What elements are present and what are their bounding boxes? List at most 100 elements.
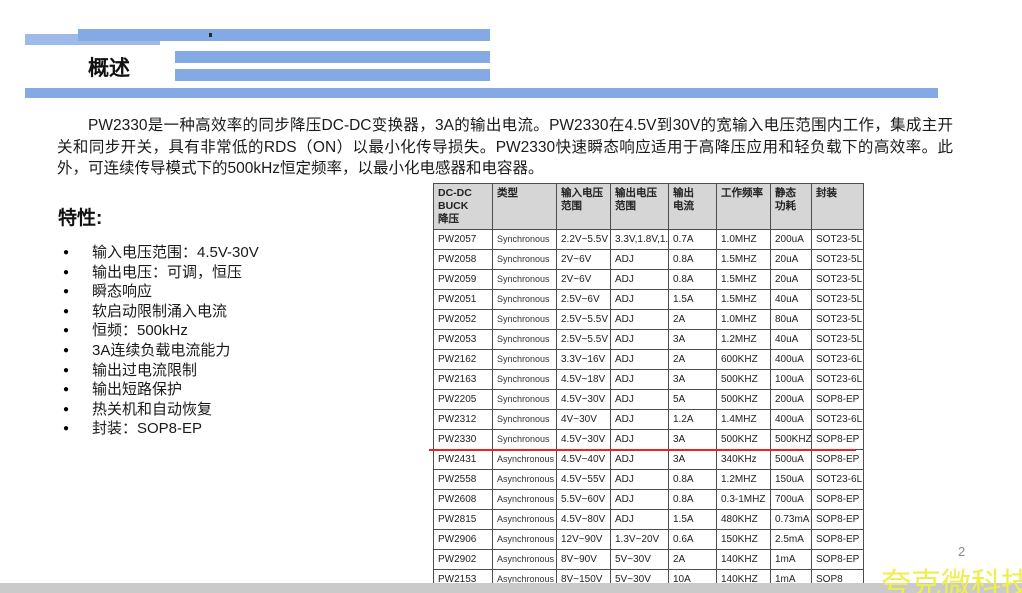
table-cell: ADJ — [611, 410, 669, 430]
table-cell: 1.2MHZ — [717, 330, 771, 350]
table-cell: ADJ — [611, 490, 669, 510]
feature-item-label: 热关机和自动恢复 — [92, 400, 212, 420]
table-cell: SOP8-EP — [812, 430, 864, 450]
table-cell: SOP8-EP — [812, 490, 864, 510]
table-cell: SOT23-6L — [812, 410, 864, 430]
table-cell: 4V~30V — [557, 410, 611, 430]
table-cell: PW2608 — [434, 490, 493, 510]
table-cell: 1.5A — [669, 290, 717, 310]
table-cell: 2.5V~6V — [557, 290, 611, 310]
feature-item: ●输出电压：可调，恒压 — [63, 263, 259, 283]
table-cell: Asynchronous — [493, 550, 557, 570]
table-cell: Asynchronous — [493, 530, 557, 550]
table-cell: 500uA — [771, 450, 812, 470]
table-cell: 700uA — [771, 490, 812, 510]
table-cell: 1mA — [771, 550, 812, 570]
table-cell: 1.5MHZ — [717, 250, 771, 270]
feature-item-label: 输出电压：可调，恒压 — [92, 263, 242, 283]
table-cell: ADJ — [611, 370, 669, 390]
table-cell: 140KHZ — [717, 550, 771, 570]
table-row: PW2906Asynchronous12V~90V1.3V~20V0.6A150… — [434, 530, 864, 550]
table-cell: 5A — [669, 390, 717, 410]
bullet-icon: ● — [63, 321, 92, 341]
table-cell: 40uA — [771, 290, 812, 310]
feature-item-label: 软启动限制涌入电流 — [92, 302, 227, 322]
feature-item-label: 3A连续负载电流能力 — [92, 341, 230, 361]
table-cell: 5V~30V — [611, 550, 669, 570]
table-cell: ADJ — [611, 430, 669, 450]
overview-paragraph: PW2330是一种高效率的同步降压DC-DC变换器，3A的输出电流。PW2330… — [57, 115, 953, 180]
table-row: PW2053Synchronous2.5V~5.5VADJ3A1.2MHZ40u… — [434, 330, 864, 350]
table-cell: 1.2A — [669, 410, 717, 430]
bullet-icon: ● — [63, 263, 92, 283]
table-cell: 1.0MHZ — [717, 310, 771, 330]
table-cell: Synchronous — [493, 350, 557, 370]
table-cell: 500KHZ — [717, 430, 771, 450]
table-header-cell: DC-DC BUCK 降压 — [434, 184, 493, 230]
table-cell: Synchronous — [493, 370, 557, 390]
table-cell: PW2205 — [434, 390, 493, 410]
table-cell: 400uA — [771, 350, 812, 370]
bullet-icon: ● — [63, 243, 92, 263]
bullet-icon: ● — [63, 400, 92, 420]
table-cell: 4.5V~18V — [557, 370, 611, 390]
table-cell: SOT23-5L — [812, 270, 864, 290]
bullet-icon: ● — [63, 380, 92, 400]
table-cell: SOT23-5L — [812, 330, 864, 350]
table-cell: ADJ — [611, 470, 669, 490]
table-cell: 2V~6V — [557, 250, 611, 270]
table-cell: 3.3V~16V — [557, 350, 611, 370]
feature-item-label: 输入电压范围：4.5V-30V — [92, 243, 259, 263]
table-row: PW2312Synchronous4V~30VADJ1.2A1.4MHZ400u… — [434, 410, 864, 430]
table-row: PW2058Synchronous2V~6VADJ0.8A1.5MHZ20uAS… — [434, 250, 864, 270]
table-cell: Asynchronous — [493, 510, 557, 530]
table-cell: 400uA — [771, 410, 812, 430]
table-cell: ADJ — [611, 290, 669, 310]
table-cell: PW2558 — [434, 470, 493, 490]
table-cell: SOP8-EP — [812, 390, 864, 410]
table-cell: ADJ — [611, 510, 669, 530]
table-cell: 2.2V~5.5V — [557, 230, 611, 250]
table-header-cell: 输出电压 范围 — [611, 184, 669, 230]
decor-bar — [175, 51, 490, 63]
table-cell: Synchronous — [493, 250, 557, 270]
table-cell: 500KHZ — [771, 430, 812, 450]
watermark-text: 夸克微科技 — [881, 559, 1022, 593]
table-cell: 1.4MHZ — [717, 410, 771, 430]
feature-item: ●封装：SOP8-EP — [63, 419, 259, 439]
table-cell: 340KHz — [717, 450, 771, 470]
feature-item-label: 恒频：500kHz — [92, 321, 188, 341]
table-cell: 40uA — [771, 330, 812, 350]
table-cell: 3A — [669, 450, 717, 470]
table-row: PW2205Synchronous4.5V~30VADJ5A500KHZ200u… — [434, 390, 864, 410]
table-header-cell: 输出 电流 — [669, 184, 717, 230]
table-cell: 200uA — [771, 230, 812, 250]
table-cell: SOT23-5L — [812, 290, 864, 310]
table-row: PW2330Synchronous4.5V~30VADJ3A500KHZ500K… — [434, 430, 864, 450]
table-cell: 1.5MHZ — [717, 270, 771, 290]
table-cell: 80uA — [771, 310, 812, 330]
table-cell: PW2052 — [434, 310, 493, 330]
table-cell: 1.3V~20V — [611, 530, 669, 550]
table-cell: PW2902 — [434, 550, 493, 570]
table-cell: PW2163 — [434, 370, 493, 390]
table-row: PW2162Synchronous3.3V~16VADJ2A600KHZ400u… — [434, 350, 864, 370]
table-cell: 2A — [669, 350, 717, 370]
table-cell: PW2431 — [434, 450, 493, 470]
table-cell: 1.0MHZ — [717, 230, 771, 250]
highlight-underline — [429, 449, 856, 451]
table-cell: ADJ — [611, 330, 669, 350]
bullet-icon: ● — [63, 341, 92, 361]
table-header-cell: 类型 — [493, 184, 557, 230]
feature-item: ●输出短路保护 — [63, 380, 259, 400]
table-cell: SOT23-5L — [812, 310, 864, 330]
table-cell: 500KHZ — [717, 390, 771, 410]
table-cell: 12V~90V — [557, 530, 611, 550]
table-row: PW2059Synchronous2V~6VADJ0.8A1.5MHZ20uAS… — [434, 270, 864, 290]
table-cell: 0.8A — [669, 250, 717, 270]
table-cell: 0.8A — [669, 270, 717, 290]
table-header-cell: 输入电压 范围 — [557, 184, 611, 230]
table-cell: 1.5MHZ — [717, 290, 771, 310]
table-cell: SOP8-EP — [812, 530, 864, 550]
table-cell: PW2059 — [434, 270, 493, 290]
